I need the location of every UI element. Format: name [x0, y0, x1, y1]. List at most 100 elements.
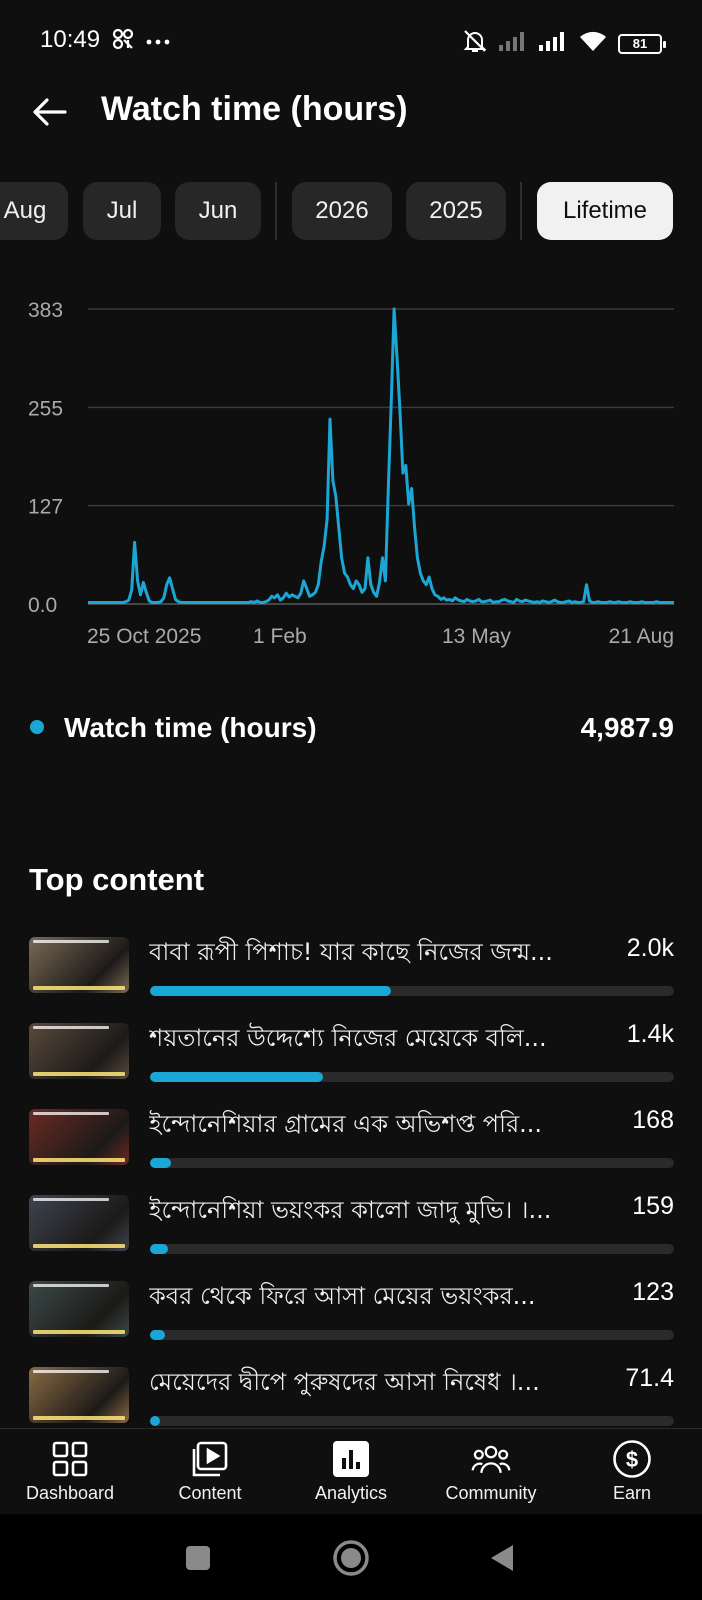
bottom-navigation: Dashboard Content Analytics Community $ … — [0, 1428, 702, 1514]
video-thumbnail — [29, 1109, 129, 1165]
nav-dashboard[interactable]: Dashboard — [0, 1429, 140, 1515]
nav-analytics[interactable]: Analytics — [281, 1429, 421, 1515]
chip-jul[interactable]: Jul — [83, 182, 161, 240]
mute-icon — [462, 28, 488, 59]
thumbnail-caption — [33, 1244, 125, 1248]
watch-time-bar-fill — [150, 1416, 161, 1426]
video-watch-time: 1.4k — [626, 1020, 674, 1048]
status-bar: 10:49 81 — [0, 0, 702, 84]
video-watch-time: 168 — [632, 1106, 674, 1134]
back-arrow-icon — [33, 98, 67, 126]
watch-time-bar — [150, 1330, 674, 1340]
y-tick-label: 127 — [28, 496, 63, 519]
app-notification-icon — [110, 26, 136, 57]
thumbnail-caption — [33, 986, 125, 990]
nav-label: Dashboard — [25, 1483, 115, 1503]
recents-icon — [186, 1546, 210, 1570]
watch-time-bar-fill — [150, 1158, 171, 1168]
video-title: ইন্দোনেশিয়ার গ্রামের এক অভিশপ্ত পরি... — [149, 1110, 543, 1138]
watch-time-chart: 383 255 127 0.0 25 Oct 2025 1 Feb 13 May 21 Aug — [0, 290, 702, 650]
period-chip-bar: Aug Jul Jun 2026 2025 Lifetime — [0, 182, 702, 240]
watch-time-bar-fill — [150, 1330, 165, 1340]
video-watch-time: 159 — [632, 1192, 674, 1220]
watch-time-bar-fill — [150, 986, 392, 996]
home-button[interactable] — [327, 1534, 375, 1582]
video-watch-time: 71.4 — [625, 1364, 674, 1392]
video-thumbnail — [29, 1195, 129, 1251]
chip-jun[interactable]: Jun — [175, 182, 261, 240]
watch-time-bar — [150, 1416, 674, 1426]
top-app-bar: Watch time (hours) — [0, 84, 702, 140]
watch-time-bar-fill — [150, 1072, 323, 1082]
home-icon — [333, 1540, 369, 1576]
x-tick-label: 13 May — [442, 625, 511, 648]
video-title: মেয়েদের দ্বীপে পুরুষদের আসা নিষেধ ।... — [149, 1368, 540, 1396]
status-time: 10:49 — [40, 26, 101, 53]
watch-time-bar — [150, 1072, 674, 1082]
chip-aug[interactable]: Aug — [0, 182, 68, 240]
content-row[interactable]: কবর থেকে ফিরে আসা মেয়ের ভয়ংকর... 123 — [0, 1274, 702, 1360]
community-icon — [471, 1439, 511, 1479]
nav-label: Content — [178, 1483, 242, 1503]
x-tick-label: 21 Aug — [609, 625, 674, 648]
nav-label: Earn — [612, 1483, 652, 1503]
status-right-icons: 81 — [462, 28, 666, 59]
y-tick-label: 0.0 — [28, 594, 57, 617]
nav-content[interactable]: Content — [140, 1429, 280, 1515]
content-row[interactable]: শয়তানের উদ্দেশ্যে নিজের মেয়েকে বলি... … — [0, 1016, 702, 1102]
page-title: Watch time (hours) — [101, 90, 408, 128]
legend-total-value: 4,987.9 — [580, 712, 674, 743]
thumbnail-caption — [33, 1072, 125, 1076]
earn-icon: $ — [612, 1439, 652, 1479]
content-row[interactable]: মেয়েদের দ্বীপে পুরুষদের আসা নিষেধ ।... … — [0, 1360, 702, 1428]
content-icon — [190, 1439, 230, 1479]
top-content-list: বাবা রূপী পিশাচ! যার কাছে নিজের জন্ম... … — [0, 930, 702, 1428]
thumbnail-caption — [33, 1026, 109, 1029]
watch-time-bar — [150, 986, 674, 996]
thumbnail-caption — [33, 1330, 125, 1334]
chart-svg: 383 255 127 0.0 25 Oct 2025 1 Feb 13 May 21 Aug — [28, 299, 674, 648]
recents-button[interactable] — [174, 1534, 222, 1582]
x-tick-label: 1 Feb — [253, 625, 307, 648]
y-tick-label: 255 — [28, 397, 63, 420]
thumbnail-caption — [33, 1416, 125, 1420]
status-left-icons — [110, 26, 170, 57]
content-row[interactable]: বাবা রূপী পিশাচ! যার কাছে নিজের জন্ম... … — [0, 930, 702, 1016]
more-notifications-icon — [146, 33, 170, 51]
thumbnail-caption — [33, 1370, 109, 1373]
chip-2025[interactable]: 2025 — [406, 182, 506, 240]
watch-time-bar — [150, 1244, 674, 1254]
chip-2026[interactable]: 2026 — [292, 182, 392, 240]
back-button[interactable] — [26, 92, 72, 132]
x-tick-label: 25 Oct 2025 — [87, 625, 201, 648]
chip-lifetime[interactable]: Lifetime — [537, 182, 673, 240]
nav-label: Analytics — [314, 1483, 388, 1503]
back-triangle-icon — [491, 1545, 513, 1571]
video-title: কবর থেকে ফিরে আসা মেয়ের ভয়ংকর... — [149, 1282, 536, 1310]
chip-divider — [520, 182, 522, 240]
watch-time-bar-fill — [150, 1244, 169, 1254]
video-watch-time: 123 — [632, 1278, 674, 1306]
video-title: ইন্দোনেশিয়া ভয়ংকর কালো জাদু মুভি। ।... — [149, 1196, 552, 1224]
content-row[interactable]: ইন্দোনেশিয়ার গ্রামের এক অভিশপ্ত পরি... … — [0, 1102, 702, 1188]
battery-indicator: 81 — [618, 33, 666, 54]
thumbnail-caption — [33, 1284, 109, 1287]
svg-text:$: $ — [626, 1447, 638, 1472]
nav-label: Community — [445, 1483, 537, 1503]
chart-legend: Watch time (hours) 4,987.9 — [0, 700, 702, 754]
nav-community[interactable]: Community — [421, 1429, 561, 1515]
video-title: শয়তানের উদ্দেশ্যে নিজের মেয়েকে বলি... — [149, 1024, 547, 1052]
back-system-button[interactable] — [478, 1534, 526, 1582]
legend-dot — [30, 720, 44, 734]
chip-divider — [275, 182, 277, 240]
video-thumbnail — [29, 937, 129, 993]
thumbnail-caption — [33, 1112, 109, 1115]
system-navigation-bar — [0, 1514, 702, 1600]
signal-weak-icon — [498, 31, 528, 56]
thumbnail-caption — [33, 1158, 125, 1162]
video-thumbnail — [29, 1281, 129, 1337]
watch-time-series-line — [88, 307, 674, 604]
nav-earn[interactable]: $ Earn — [562, 1429, 702, 1515]
analytics-icon — [331, 1439, 371, 1479]
content-row[interactable]: ইন্দোনেশিয়া ভয়ংকর কালো জাদু মুভি। ।...… — [0, 1188, 702, 1274]
